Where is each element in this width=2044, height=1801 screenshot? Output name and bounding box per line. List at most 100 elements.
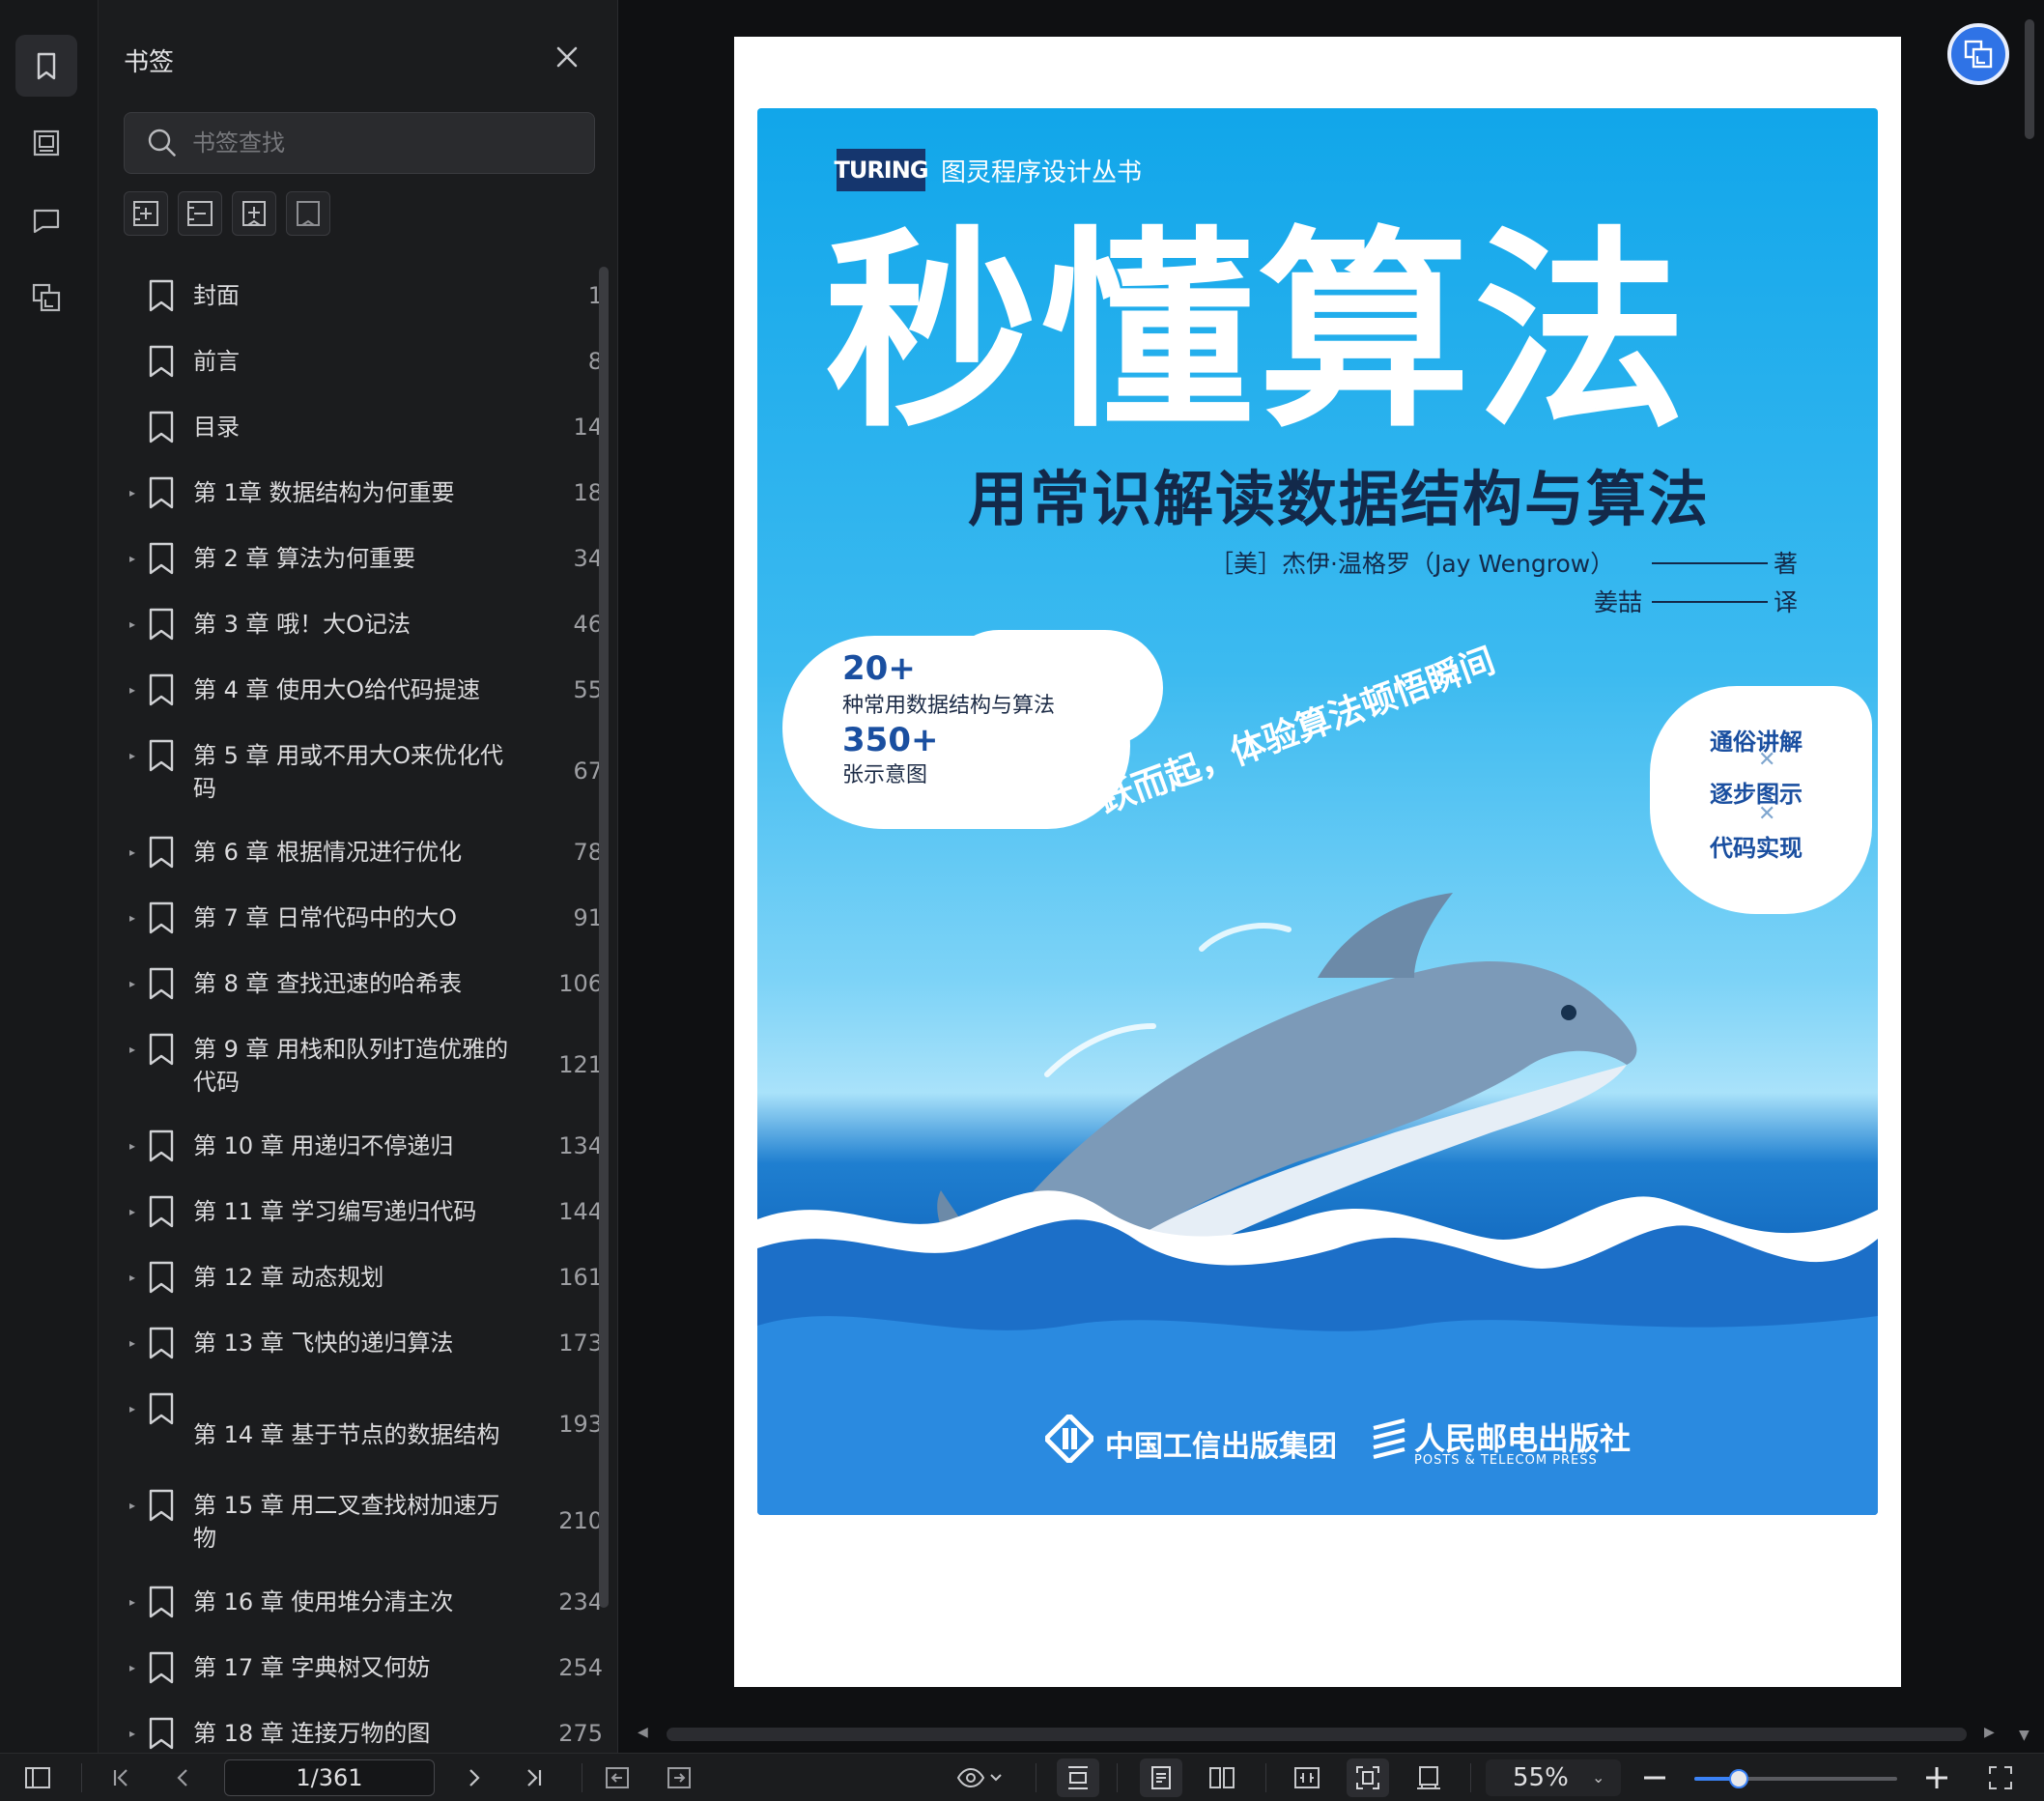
expand-caret-icon[interactable]: ▸ — [128, 1244, 137, 1310]
fit-width-icon — [1294, 1767, 1320, 1788]
bookmark-item[interactable]: ▸ 第 3 章 哦！大O记法 46 — [99, 591, 603, 657]
page-number-input[interactable]: 1/361 — [224, 1759, 435, 1796]
fullscreen-button[interactable] — [1984, 1761, 2017, 1794]
bookmark-label: 封面 — [193, 282, 240, 309]
expand-all-button[interactable] — [124, 191, 168, 236]
expand-caret-icon[interactable]: ▸ — [128, 591, 137, 657]
bookmark-item[interactable]: ▸ 第 15 章 用二叉查找树加速万物 210 — [99, 1472, 603, 1569]
bookmark-page-number: 234 — [558, 1588, 603, 1615]
floating-extract-button[interactable] — [1947, 23, 2009, 85]
scroll-down-arrow[interactable]: ▼ — [2019, 1728, 2030, 1743]
add-bookmark-button[interactable] — [232, 191, 276, 236]
single-page-icon — [1151, 1766, 1171, 1789]
collapse-all-button[interactable] — [178, 191, 222, 236]
bookmark-item[interactable]: ▸ 第 16 章 使用堆分清主次 234 — [99, 1569, 603, 1635]
last-page-button[interactable] — [518, 1761, 551, 1794]
feature-2: 逐步图示 — [1710, 781, 1803, 808]
expand-caret-icon[interactable]: ▸ — [128, 885, 137, 951]
expand-caret-icon[interactable]: ▸ — [128, 1376, 137, 1442]
book-cover: TURING 图灵程序设计丛书 秒懂算法 用常识解读数据结构与算法 ［美］杰伊·… — [757, 108, 1878, 1515]
fit-width-button[interactable] — [1291, 1761, 1323, 1794]
scroll-right-arrow[interactable]: ▶ — [1984, 1725, 1995, 1740]
expand-caret-icon[interactable]: ▸ — [128, 1016, 137, 1082]
bookmark-item[interactable]: ▸ 第 11 章 学习编写递归代码 144 — [99, 1179, 603, 1244]
author-divider — [1652, 562, 1768, 564]
bookmark-item[interactable]: ▸ 第 6 章 根据情况进行优化 78 — [99, 819, 603, 885]
bookmark-item[interactable]: 目录 14 — [99, 394, 603, 460]
bookmark-panel-button[interactable] — [15, 35, 77, 97]
zoom-out-button[interactable] — [1638, 1761, 1671, 1794]
delete-bookmark-button[interactable] — [286, 191, 330, 236]
document-viewport[interactable]: TURING 图灵程序设计丛书 秒懂算法 用常识解读数据结构与算法 ［美］杰伊·… — [618, 0, 2044, 1753]
bookmark-item[interactable]: ▸ 第 17 章 字典树又何妨 254 — [99, 1635, 603, 1701]
expand-caret-icon[interactable]: ▸ — [128, 819, 137, 885]
bookmark-item[interactable]: ▸ 第 5 章 用或不用大O来优化代码 67 — [99, 723, 603, 819]
toggle-sidebar-button[interactable] — [21, 1761, 54, 1794]
book-subtitle: 用常识解读数据结构与算法 — [968, 464, 1711, 534]
bookmark-label: 第 14 章 基于节点的数据结构 — [193, 1421, 500, 1448]
bookmark-item[interactable]: ▸ 第 2 章 算法为何重要 34 — [99, 526, 603, 591]
horizontal-scrollbar[interactable] — [667, 1728, 1967, 1741]
bookmark-item[interactable]: ▸ 第 1章 数据结构为何重要 18 — [99, 460, 603, 526]
expand-caret-icon[interactable]: ▸ — [128, 1113, 137, 1179]
bookmark-item[interactable]: ▸ 第 9 章 用栈和队列打造优雅的代码 121 — [99, 1016, 603, 1113]
left-rail — [0, 0, 99, 1753]
expand-caret-icon[interactable]: ▸ — [128, 951, 137, 1016]
bookmark-item[interactable]: ▸ 第 18 章 连接万物的图 275 — [99, 1701, 603, 1753]
history-back-button[interactable] — [601, 1761, 634, 1794]
bookmark-item[interactable]: ▸ 第 4 章 使用大O给代码提速 55 — [99, 657, 603, 723]
bookmark-item[interactable]: ▸ 第 12 章 动态规划 161 — [99, 1244, 603, 1310]
bookmark-item[interactable]: ▸ 第 14 章 基于节点的数据结构 193 — [99, 1376, 603, 1472]
bookmark-icon — [147, 836, 176, 869]
expand-caret-icon[interactable]: ▸ — [128, 1310, 137, 1376]
comment-panel-button[interactable] — [15, 189, 77, 251]
continuous-scroll-button[interactable] — [1057, 1758, 1099, 1797]
chevron-right-icon — [469, 1769, 480, 1787]
expand-caret-icon[interactable]: ▸ — [128, 1472, 137, 1538]
expand-caret-icon[interactable]: ▸ — [128, 657, 137, 723]
expand-caret-icon[interactable]: ▸ — [128, 526, 137, 591]
fit-page-button[interactable] — [1347, 1758, 1389, 1797]
expand-caret-icon[interactable]: ▸ — [128, 723, 137, 788]
history-forward-button[interactable] — [663, 1761, 696, 1794]
bookmark-list-scrollbar[interactable] — [599, 267, 609, 1608]
expand-caret-icon[interactable]: ▸ — [128, 460, 137, 526]
bookmark-item[interactable]: ▸ 第 10 章 用递归不停递归 134 — [99, 1113, 603, 1179]
bookmark-label: 第 12 章 动态规划 — [193, 1264, 384, 1291]
expand-caret-icon[interactable]: ▸ — [128, 1635, 137, 1701]
previous-page-button[interactable] — [166, 1761, 199, 1794]
close-icon[interactable] — [553, 43, 582, 71]
zoom-in-button[interactable] — [1920, 1761, 1953, 1794]
bookmark-search-input[interactable] — [192, 129, 579, 157]
bookmark-page-number: 275 — [558, 1720, 603, 1747]
collapse-all-icon — [187, 201, 213, 226]
bookmark-icon — [147, 1392, 176, 1425]
bookmark-item[interactable]: ▸ 第 7 章 日常代码中的大O 91 — [99, 885, 603, 951]
extract-panel-button[interactable] — [15, 267, 77, 329]
minus-icon — [1644, 1776, 1665, 1780]
first-page-button[interactable] — [104, 1761, 137, 1794]
bookmark-item[interactable]: 封面 1 — [99, 263, 603, 329]
copy-page-icon — [1964, 40, 1993, 69]
single-page-button[interactable] — [1140, 1758, 1182, 1797]
vertical-scrollbar[interactable] — [2025, 19, 2034, 139]
chevron-left-icon — [177, 1769, 187, 1787]
zoom-slider-handle[interactable] — [1729, 1769, 1749, 1788]
stat-structures-label: 种常用数据结构与算法 — [842, 694, 1056, 718]
bookmark-item[interactable]: ▸ 第 8 章 查找迅速的哈希表 106 — [99, 951, 603, 1016]
scroll-left-arrow[interactable]: ◀ — [638, 1725, 648, 1740]
bookmark-page-number: 193 — [558, 1411, 603, 1438]
two-page-button[interactable] — [1206, 1761, 1238, 1794]
bookmark-search-box[interactable] — [124, 112, 595, 174]
bookmark-page-number: 144 — [558, 1198, 603, 1225]
rotate-page-button[interactable] — [1412, 1761, 1445, 1794]
expand-caret-icon[interactable]: ▸ — [128, 1569, 137, 1635]
next-page-button[interactable] — [458, 1761, 491, 1794]
chevron-down-icon[interactable]: ⌄ — [1592, 1759, 1604, 1796]
view-mode-dropdown[interactable] — [951, 1761, 1008, 1794]
expand-caret-icon[interactable]: ▸ — [128, 1701, 137, 1753]
bookmark-item[interactable]: ▸ 第 13 章 飞快的递归算法 173 — [99, 1310, 603, 1376]
bookmark-item[interactable]: 前言 8 — [99, 329, 603, 394]
thumbnail-panel-button[interactable] — [15, 112, 77, 174]
expand-caret-icon[interactable]: ▸ — [128, 1179, 137, 1244]
